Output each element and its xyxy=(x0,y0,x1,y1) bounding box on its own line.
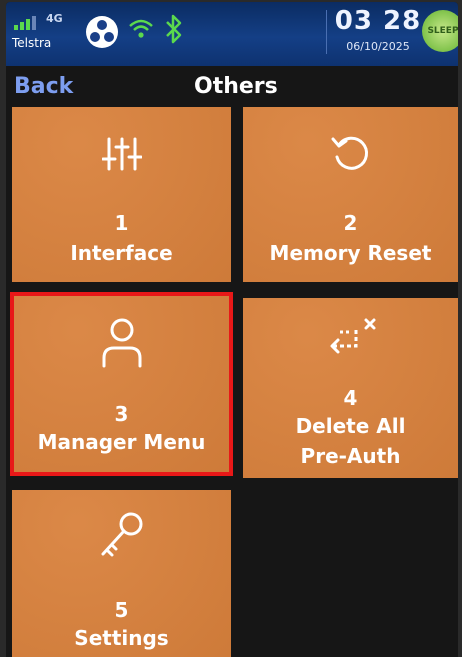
sleep-badge: SLEEP xyxy=(422,10,458,52)
reset-icon xyxy=(243,133,458,175)
wallet-icon xyxy=(86,16,118,48)
tile-label: Settings xyxy=(74,626,169,650)
tile-label-line2: Pre-Auth xyxy=(300,444,401,468)
tile-number: 1 xyxy=(114,211,129,235)
terminal-screen: 4G Telstra 03 28 06/10/2025 SLEEP Back O… xyxy=(6,2,458,657)
tile-number: 5 xyxy=(114,598,129,622)
user-icon xyxy=(12,316,231,368)
tile-memory-reset[interactable]: 2 Memory Reset xyxy=(243,107,458,282)
tile-number: 2 xyxy=(343,211,358,235)
tile-settings[interactable]: 5 Settings xyxy=(12,490,231,657)
network-type: 4G xyxy=(46,12,63,25)
delete-preauth-icon xyxy=(243,316,458,364)
status-divider xyxy=(326,10,327,54)
wifi-icon xyxy=(129,19,153,38)
bluetooth-icon xyxy=(166,14,182,44)
tile-label-line1: Delete All xyxy=(295,414,406,438)
tile-manager-menu[interactable]: 3 Manager Menu xyxy=(10,292,233,476)
key-icon xyxy=(12,510,231,562)
signal-strength-icon xyxy=(14,16,36,30)
page-header: Back Others xyxy=(6,66,458,106)
tile-number: 4 xyxy=(343,386,358,410)
tile-label: Manager Menu xyxy=(37,430,206,454)
page-title: Others xyxy=(194,74,278,99)
tile-label: Memory Reset xyxy=(269,241,432,265)
tile-interface[interactable]: 1 Interface xyxy=(12,107,231,282)
clock-date: 06/10/2025 xyxy=(346,40,410,53)
status-bar: 4G Telstra 03 28 06/10/2025 SLEEP xyxy=(6,2,458,66)
tile-number: 3 xyxy=(114,402,129,426)
clock-time: 03 28 xyxy=(334,6,422,36)
tile-delete-preauth[interactable]: 4 Delete All Pre-Auth xyxy=(243,298,458,478)
back-button[interactable]: Back xyxy=(14,74,73,99)
carrier-name: Telstra xyxy=(12,36,52,50)
tile-label: Interface xyxy=(70,241,173,265)
sliders-icon xyxy=(12,135,231,173)
